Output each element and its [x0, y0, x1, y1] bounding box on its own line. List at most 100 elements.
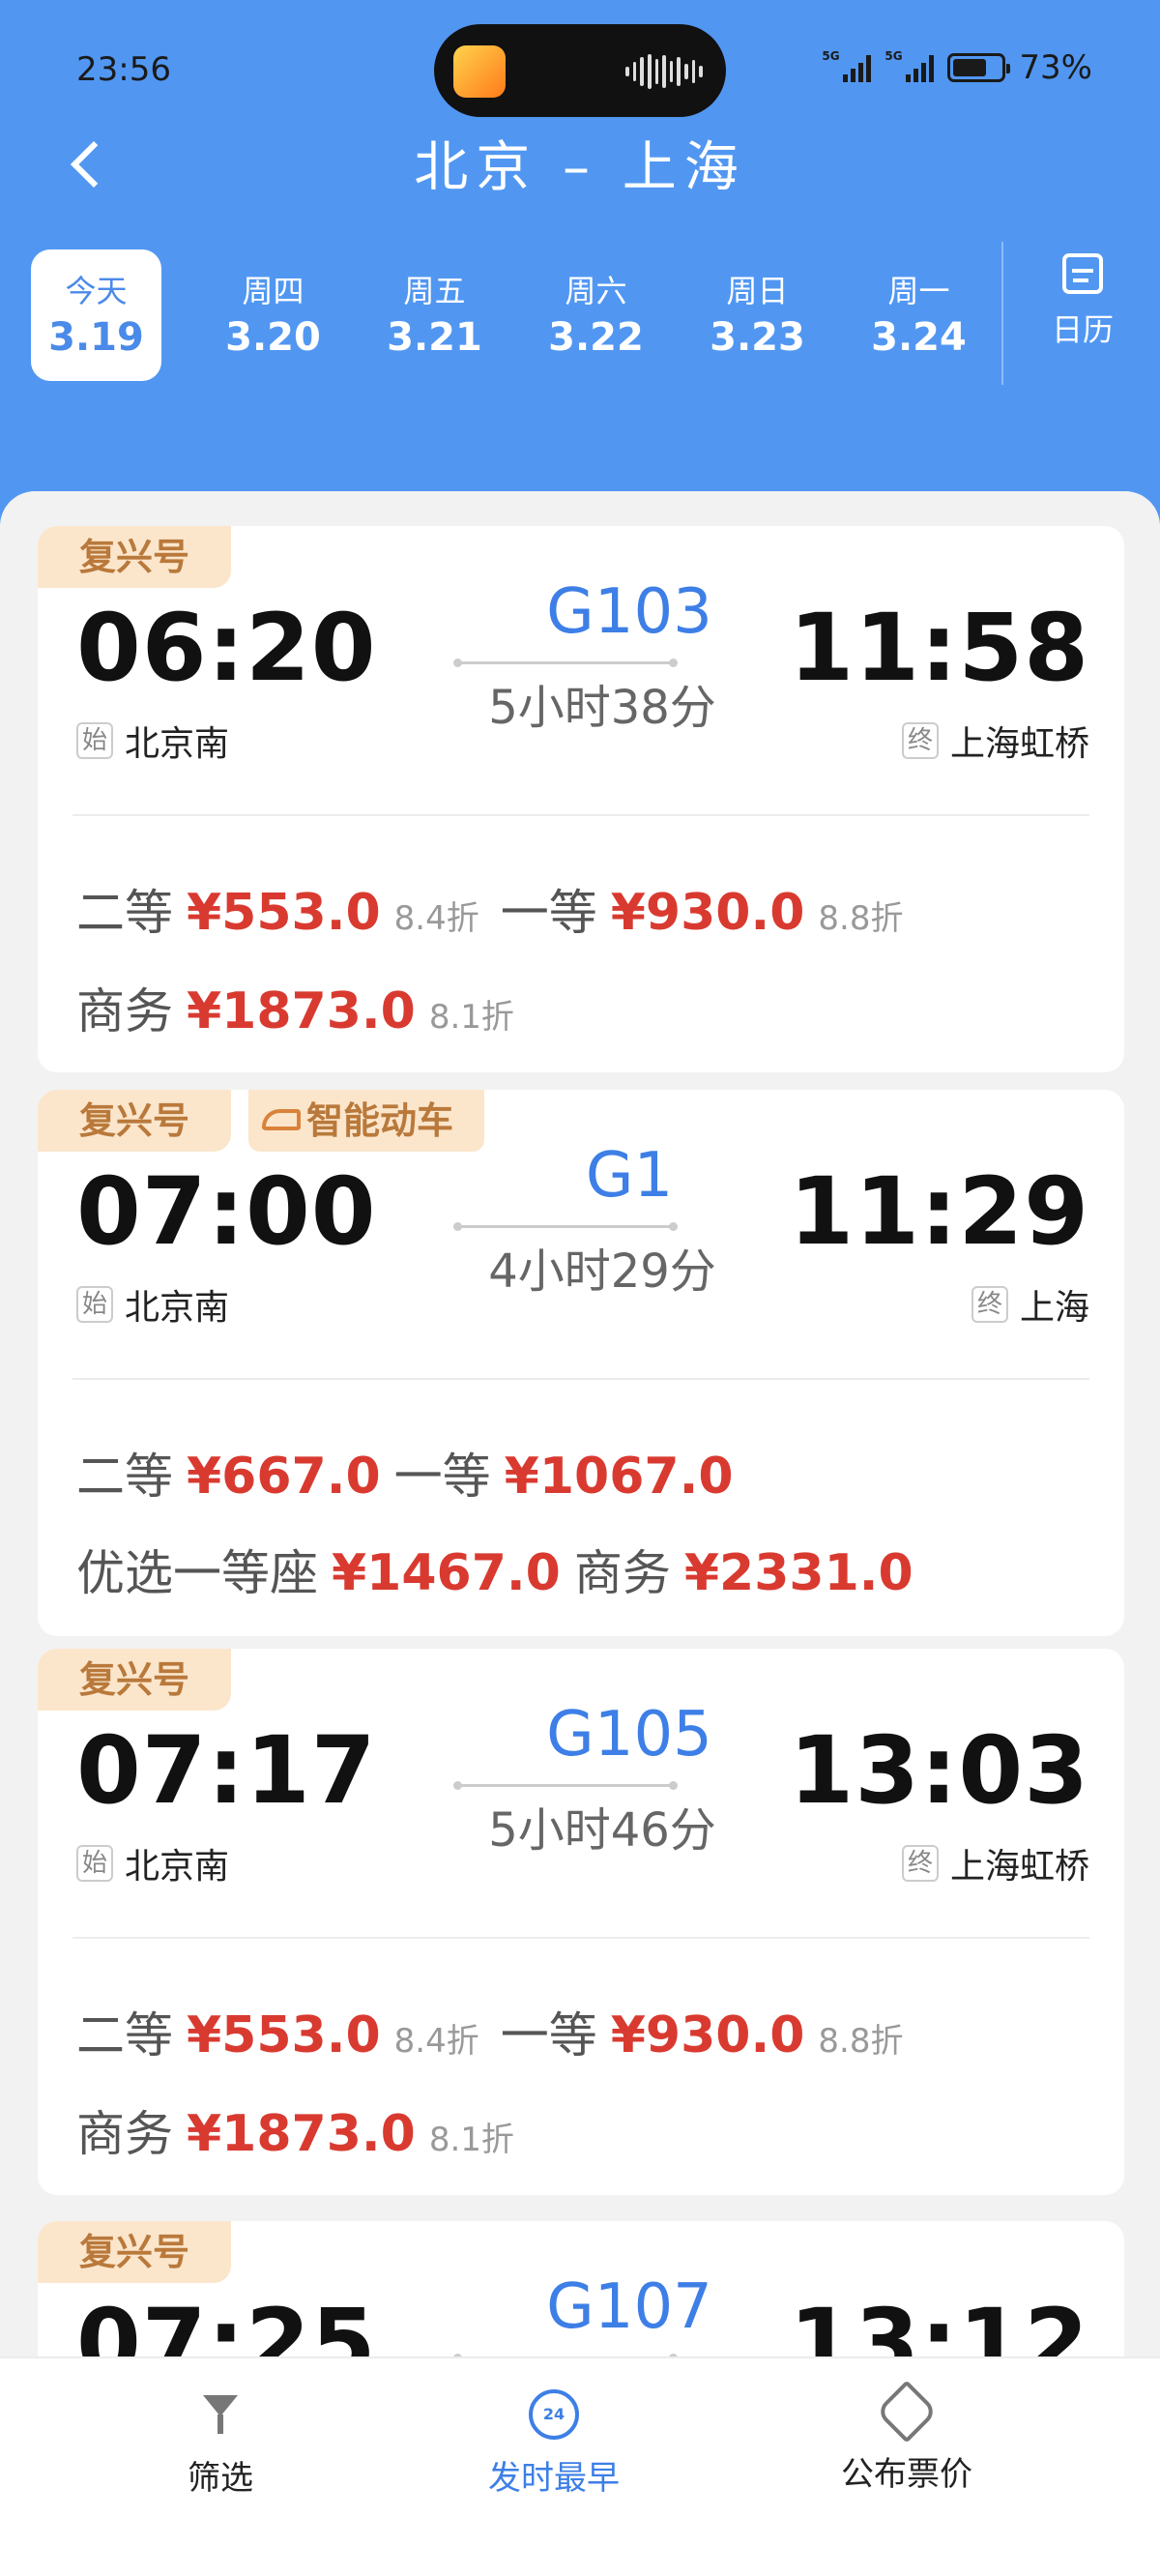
- date-weekday: 周五: [403, 273, 466, 309]
- arrival-station: 终上海虹桥: [901, 716, 1089, 766]
- train-list: 复兴号 06:20 G103 11:58 5小时38分始北京南终上海虹桥 二等 ¥553.0…: [0, 491, 1160, 2576]
- battery-icon: [947, 53, 1011, 82]
- date-value: 3.24: [871, 315, 967, 360]
- bottom-nav: 筛选 24 发时最早 公布票价: [0, 2356, 1160, 2576]
- origin-badge: 始: [76, 1845, 113, 1882]
- date-weekday: 周四: [242, 273, 304, 309]
- arrival-station: 终上海虹桥: [901, 1838, 1089, 1888]
- origin-badge: 始: [76, 722, 113, 759]
- train-type-tag: 复兴号: [38, 1090, 231, 1152]
- arrival-station: 终上海: [971, 1279, 1089, 1330]
- seat-price: ¥553.0: [187, 884, 381, 942]
- train-card[interactable]: 复兴号 智能动车 07:00 G1 11:29 4小时29分始北京南终上海 二等 ¥667.0…: [38, 1090, 1124, 1636]
- date-value: 3.23: [710, 315, 805, 360]
- train-card[interactable]: 复兴号 06:20 G103 11:58 5小时38分始北京南 终上海虹桥 二等 ¥553.0…: [38, 526, 1124, 1072]
- seat-price: ¥1873.0: [187, 2105, 416, 2163]
- divider: [1001, 242, 1003, 385]
- date-value: 3.22: [548, 315, 644, 360]
- discount: 8.8折: [818, 899, 904, 938]
- filter-icon: [195, 2389, 246, 2440]
- header-bar: 23:56 5G 5G 73% 北京 – 上海 今天 3.19 周四 3.20 周五 3.…: [0, 0, 1160, 542]
- duration-line: [453, 1781, 678, 1790]
- origin-badge: 始: [76, 1286, 113, 1323]
- filter-button[interactable]: 筛选: [95, 2389, 346, 2499]
- date-value: 3.20: [225, 315, 321, 360]
- train-number: G103: [546, 576, 712, 648]
- date-value: 3.21: [387, 315, 482, 360]
- signal-icon: 5G: [884, 49, 935, 82]
- seat-class: 一等: [500, 885, 597, 941]
- fare-row: 商务 ¥1873.0 8.1折: [76, 973, 536, 1042]
- status-indicators: 5G 5G 73%: [822, 48, 1092, 87]
- seat-class: 商务: [76, 2106, 173, 2162]
- date-tab[interactable]: 周一 3.24: [838, 249, 1000, 381]
- train-number: G1: [585, 1140, 674, 1212]
- duration-line: [453, 659, 678, 667]
- price-tag-icon: [875, 2380, 939, 2444]
- fare-row: 二等 ¥667.0 一等 ¥1067.0: [76, 1438, 747, 1508]
- clock-24-icon: 24: [529, 2389, 579, 2440]
- discount: 8.4折: [393, 899, 479, 938]
- duration-line: [453, 1222, 678, 1231]
- seat-price: ¥553.0: [187, 2006, 381, 2064]
- sort-earliest-button[interactable]: 24 发时最早: [428, 2389, 680, 2499]
- calendar-icon: [1062, 253, 1103, 294]
- departure-station: 始北京南: [76, 716, 229, 766]
- departure-time: 06:20: [76, 594, 377, 702]
- travel-duration: 4小时29分: [488, 1244, 716, 1299]
- fare-row: 商务 ¥1873.0 8.1折: [76, 2095, 536, 2165]
- calendar-button[interactable]: 日历: [1034, 253, 1131, 350]
- terminal-badge: 终: [971, 1286, 1008, 1323]
- date-tab[interactable]: 今天 3.19: [31, 249, 161, 381]
- terminal-badge: 终: [901, 1845, 939, 1882]
- departure-station: 始北京南: [76, 1838, 229, 1888]
- seat-price: ¥930.0: [610, 884, 805, 942]
- battery-percent: 73%: [1019, 48, 1092, 87]
- arrival-time: 11:29: [789, 1157, 1089, 1266]
- seat-price: ¥1467.0: [332, 1544, 561, 1602]
- discount: 8.1折: [428, 998, 514, 1037]
- date-value: 3.19: [48, 315, 144, 360]
- nav-label: 公布票价: [841, 2455, 972, 2494]
- divider: [72, 1937, 1089, 1939]
- seat-class: 商务: [76, 983, 173, 1039]
- date-weekday: 周六: [565, 273, 627, 309]
- fare-row: 优选一等座 ¥1467.0 商务 ¥2331.0: [76, 1535, 927, 1604]
- divider: [72, 1378, 1089, 1380]
- travel-duration: 5小时46分: [488, 1803, 716, 1858]
- departure-time: 07:17: [76, 1716, 377, 1825]
- seat-price: ¥1067.0: [504, 1448, 734, 1506]
- seat-class: 一等: [500, 2007, 597, 2064]
- seat-price: ¥1873.0: [187, 982, 416, 1040]
- departure-time: 07:00: [76, 1157, 377, 1266]
- divider: [72, 814, 1089, 816]
- nav-label: 发时最早: [488, 2459, 620, 2498]
- date-tab[interactable]: 周六 3.22: [515, 249, 677, 381]
- date-tab[interactable]: 周日 3.23: [677, 249, 838, 381]
- train-type-tag: 复兴号: [38, 1649, 231, 1711]
- seat-class: 二等: [76, 885, 173, 941]
- fare-row: 二等 ¥553.0 8.4折 一等 ¥930.0 8.8折: [76, 1997, 925, 2066]
- train-card[interactable]: 复兴号 07:17 G105 13:03 5小时46分始北京南 终上海虹桥 二等 ¥553.0…: [38, 1649, 1124, 2195]
- signal-icon: 5G: [822, 49, 872, 82]
- arrival-time: 13:03: [789, 1716, 1089, 1825]
- train-type-tag: 复兴号: [38, 2221, 231, 2283]
- nav-label: 筛选: [188, 2459, 253, 2498]
- app-icon: [453, 45, 506, 98]
- seat-class: 优选一等座: [76, 1545, 318, 1601]
- train-icon: [262, 1109, 301, 1130]
- date-weekday: 今天: [65, 273, 128, 309]
- date-tab[interactable]: 周五 3.21: [354, 249, 515, 381]
- arrival-time: 11:58: [789, 594, 1089, 702]
- audio-wave-icon: [625, 53, 704, 90]
- date-tab[interactable]: 周四 3.20: [192, 249, 354, 381]
- fare-row: 二等 ¥553.0 8.4折 一等 ¥930.0 8.8折: [76, 874, 925, 944]
- train-number: G107: [546, 2271, 712, 2343]
- seat-class: 二等: [76, 2007, 173, 2064]
- train-type-tag: 复兴号: [38, 526, 231, 588]
- status-time: 23:56: [76, 50, 171, 89]
- calendar-label: 日历: [1051, 311, 1114, 348]
- published-fares-button[interactable]: 公布票价: [781, 2380, 1032, 2495]
- discount: 8.8折: [818, 2022, 904, 2061]
- seat-class: 二等: [76, 1449, 173, 1505]
